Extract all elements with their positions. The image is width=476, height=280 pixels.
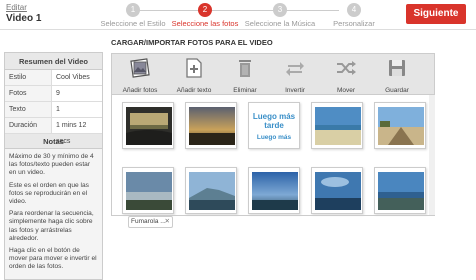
- step-4-number: 4: [347, 3, 361, 17]
- summary-row-text: Texto 1: [5, 102, 102, 118]
- step-4-label: Personalizar: [333, 19, 375, 28]
- summary-title: Resumen del Video: [5, 53, 102, 70]
- move-button[interactable]: Mover: [321, 57, 371, 94]
- step-2-number: 2: [198, 3, 212, 17]
- text-slide-subtitle: Luego más: [256, 134, 292, 141]
- delete-button[interactable]: Eliminar: [220, 57, 270, 94]
- video-summary-panel: Resumen del Video Estilo Cool Vibes Foto…: [4, 52, 103, 280]
- summary-value: Cool Vibes: [52, 70, 102, 85]
- delete-label: Eliminar: [233, 87, 257, 94]
- notes-title: Notas: [5, 134, 102, 149]
- text-slide[interactable]: Luego más tarde Luego más: [248, 102, 300, 149]
- section-title: CARGAR/IMPORTAR FOTOS PARA EL VIDEO: [111, 38, 273, 47]
- photo-boardwalk: [378, 107, 424, 145]
- text-slide-title: Luego más tarde: [252, 112, 296, 130]
- photo-thumbnail[interactable]: [311, 167, 363, 214]
- photo-thumbnail[interactable]: [122, 102, 174, 149]
- step-3-number: 3: [273, 3, 287, 17]
- photo-sunset-sky: [189, 107, 235, 145]
- save-disk-icon: [389, 60, 405, 76]
- save-button[interactable]: Guardar: [372, 57, 422, 94]
- step-4[interactable]: 4 Personalizar: [309, 3, 399, 28]
- trash-icon: [239, 60, 251, 77]
- summary-row-photos: Fotos 9: [5, 86, 102, 102]
- add-text-icon: [186, 58, 202, 78]
- summary-value: 9: [52, 86, 102, 101]
- step-progress: 1 Seleccione el Estilo 2 Seleccione las …: [95, 3, 385, 28]
- photo-grid: Luego más tarde Luego más: [111, 95, 435, 215]
- photo-lake-sky: [252, 172, 298, 210]
- next-button[interactable]: Siguiente: [406, 4, 466, 24]
- photo-thumbnail[interactable]: [185, 102, 237, 149]
- summary-value: 1: [52, 102, 102, 117]
- shuffle-icon: [337, 61, 356, 75]
- photo-lake-shore: [378, 172, 424, 210]
- photo-thumbnail[interactable]: [185, 167, 237, 214]
- photo-car-interior: [126, 107, 172, 145]
- summary-key: Duración: [5, 118, 52, 133]
- summary-row-duration: Duración 1 mins 12 secs: [5, 118, 102, 145]
- video-title: Video 1: [6, 13, 42, 24]
- add-photos-button[interactable]: Añadir fotos: [115, 57, 165, 94]
- summary-key: Texto: [5, 102, 52, 117]
- summary-key: Estilo: [5, 70, 52, 85]
- invert-button[interactable]: Invertir: [270, 57, 320, 94]
- note-paragraph: Para reordenar la secuencia, simplemente…: [9, 210, 94, 242]
- edit-link[interactable]: Editar: [6, 3, 27, 12]
- add-text-button[interactable]: Añadir texto: [169, 57, 219, 94]
- notes-text: Máximo de 30 y mínimo de 4 las fotos/tex…: [5, 149, 102, 272]
- summary-value: 1 mins 12 secs: [52, 118, 102, 145]
- photo-thumbnail[interactable]: [374, 167, 426, 214]
- photo-thumbnail[interactable]: [311, 102, 363, 149]
- photo-caption-chip[interactable]: Fumarola ... ✕: [128, 216, 173, 228]
- summary-key: Fotos: [5, 86, 52, 101]
- invert-label: Invertir: [285, 87, 305, 94]
- add-text-label: Añadir texto: [176, 87, 212, 94]
- note-paragraph: Este es el orden en que las fotos se rep…: [9, 181, 89, 206]
- photo-grid-scrollbar[interactable]: [429, 95, 435, 215]
- summary-row-style: Estilo Cool Vibes: [5, 70, 102, 86]
- invert-arrows-icon: [286, 62, 304, 76]
- note-paragraph: Máximo de 30 y mínimo de 4 las fotos/tex…: [9, 153, 94, 177]
- photo-caption-text: Fumarola ...: [131, 218, 166, 225]
- photo-thumbnail[interactable]: [248, 167, 300, 214]
- photo-car-window-view: [126, 172, 172, 210]
- step-1-number: 1: [126, 3, 140, 17]
- photo-beach: [315, 107, 361, 145]
- photo-clouds-lake: [315, 172, 361, 210]
- note-paragraph: Haga clic en el botón de mover para move…: [9, 247, 97, 271]
- add-photos-label: Añadir fotos: [122, 87, 158, 94]
- photo-volcano: [189, 172, 235, 210]
- photo-thumbnail[interactable]: [122, 167, 174, 214]
- move-label: Mover: [336, 87, 356, 94]
- close-icon[interactable]: ✕: [165, 217, 170, 227]
- add-photos-icon: [130, 58, 150, 78]
- header: Editar Video 1 1 Seleccione el Estilo 2 …: [0, 0, 476, 30]
- photo-thumbnail[interactable]: [374, 102, 426, 149]
- save-label: Guardar: [385, 87, 409, 94]
- photo-toolbar: Añadir fotos Añadir texto Eliminar Inver…: [111, 53, 435, 95]
